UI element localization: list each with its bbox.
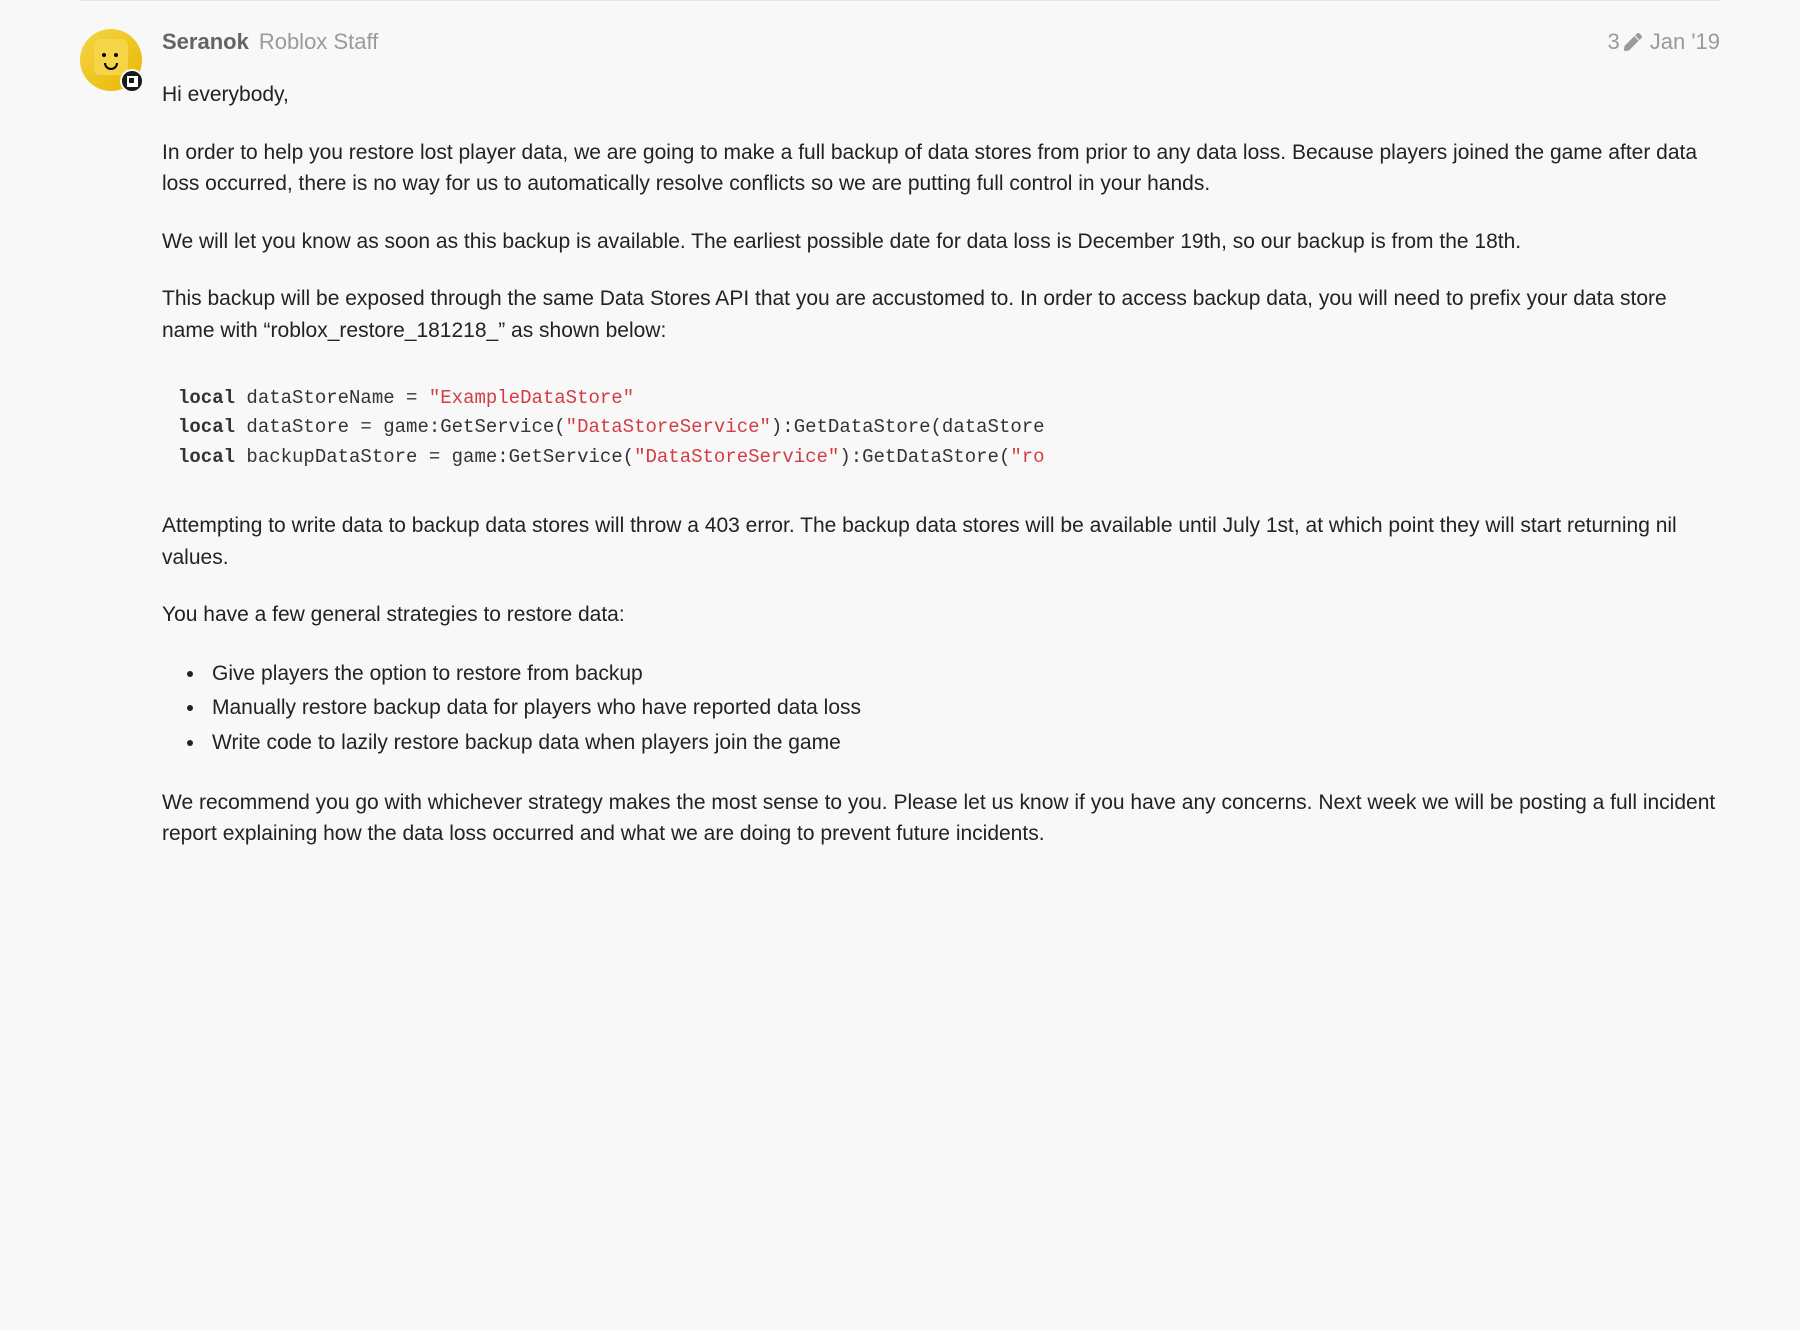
post-meta: 3 Jan '19 bbox=[1607, 29, 1720, 55]
code-block[interactable]: local dataStoreName = "ExampleDataStore"… bbox=[162, 372, 1720, 484]
paragraph-greeting: Hi everybody, bbox=[162, 79, 1720, 111]
edit-count: 3 bbox=[1607, 29, 1619, 55]
post-header: Seranok Roblox Staff 3 Jan '19 bbox=[162, 29, 1720, 55]
post-content: Hi everybody, In order to help you resto… bbox=[162, 79, 1720, 850]
paragraph: We will let you know as soon as this bac… bbox=[162, 226, 1720, 258]
avatar-badge bbox=[120, 69, 144, 93]
paragraph: In order to help you restore lost player… bbox=[162, 137, 1720, 200]
author-title: Roblox Staff bbox=[259, 29, 378, 55]
strategies-list: Give players the option to restore from … bbox=[206, 657, 1720, 761]
paragraph: We recommend you go with whichever strat… bbox=[162, 787, 1720, 850]
pencil-icon bbox=[1624, 33, 1642, 51]
paragraph: This backup will be exposed through the … bbox=[162, 283, 1720, 346]
post-divider bbox=[80, 0, 1720, 1]
author-name-link[interactable]: Seranok bbox=[162, 29, 249, 55]
paragraph: You have a few general strategies to res… bbox=[162, 599, 1720, 631]
avatar[interactable] bbox=[80, 29, 142, 91]
post-author: Seranok Roblox Staff bbox=[162, 29, 378, 55]
list-item: Manually restore backup data for players… bbox=[206, 691, 1720, 726]
forum-post: Seranok Roblox Staff 3 Jan '19 Hi everyb… bbox=[80, 29, 1720, 876]
post-date[interactable]: Jan '19 bbox=[1650, 29, 1720, 55]
list-item: Write code to lazily restore backup data… bbox=[206, 726, 1720, 761]
edit-history-button[interactable]: 3 bbox=[1607, 29, 1641, 55]
paragraph: Attempting to write data to backup data … bbox=[162, 510, 1720, 573]
list-item: Give players the option to restore from … bbox=[206, 657, 1720, 692]
post-body: Seranok Roblox Staff 3 Jan '19 Hi everyb… bbox=[162, 29, 1720, 876]
